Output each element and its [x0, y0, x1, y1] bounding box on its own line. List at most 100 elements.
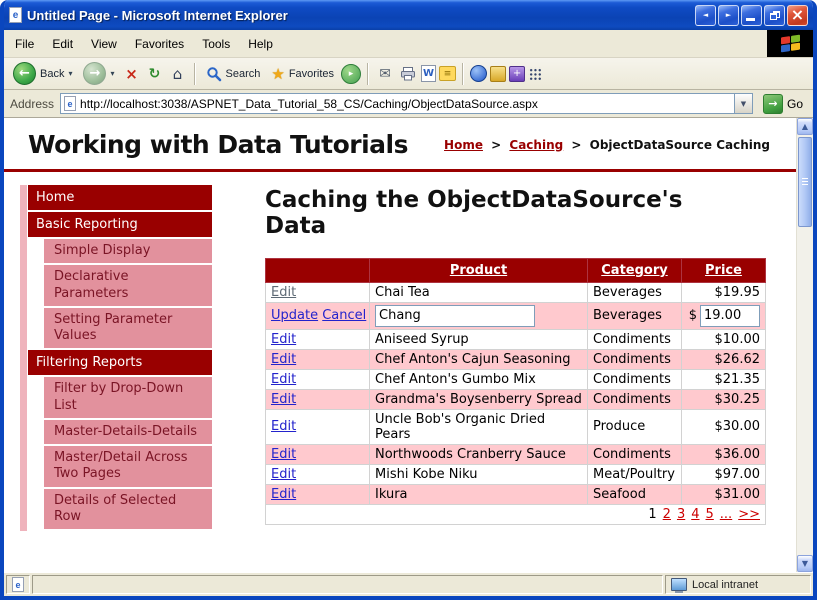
- grid-cell-product: Aniseed Syrup: [370, 329, 588, 349]
- sidebar-item-declarative-parameters[interactable]: Declarative Parameters: [44, 265, 212, 306]
- form-fill-button[interactable]: +: [509, 66, 525, 82]
- address-input[interactable]: e http://localhost:3038/ASPNET_Data_Tuto…: [60, 93, 753, 114]
- content-row: HomeBasic ReportingSimple DisplayDeclara…: [4, 172, 796, 531]
- back-button[interactable]: ← Back ▾: [9, 60, 76, 87]
- home-button[interactable]: ⌂: [168, 64, 188, 84]
- edit-with-word-button[interactable]: W: [421, 65, 436, 82]
- grid-cell-product: Chai Tea: [370, 282, 588, 302]
- sidebar-item-master-detail-across-two-pages[interactable]: Master/Detail Across Two Pages: [44, 446, 212, 487]
- restore-button[interactable]: [764, 5, 785, 26]
- media-button[interactable]: ▸: [341, 64, 361, 84]
- window-extra-left-button[interactable]: ◄: [695, 5, 716, 26]
- grid-header-link-category[interactable]: Category: [601, 263, 667, 278]
- edit-link[interactable]: Edit: [271, 392, 296, 407]
- menu-edit[interactable]: Edit: [43, 33, 82, 55]
- title-bar[interactable]: e Untitled Page - Microsoft Internet Exp…: [4, 0, 813, 30]
- sidebar-item-filter-by-drop-down-list[interactable]: Filter by Drop-Down List: [44, 377, 212, 418]
- page-header: Working with Data Tutorials Home > Cachi…: [4, 130, 796, 159]
- pager-link-page-2[interactable]: 2: [663, 507, 671, 522]
- site-title: Working with Data Tutorials: [28, 130, 408, 159]
- grid-cell-category: Condiments: [588, 349, 682, 369]
- go-arrow-icon: →: [763, 94, 783, 114]
- edit-link[interactable]: Edit: [271, 419, 296, 434]
- edit-link[interactable]: Edit: [271, 352, 296, 367]
- scroll-up-button[interactable]: ▲: [797, 118, 813, 135]
- page-content: Working with Data Tutorials Home > Cachi…: [4, 118, 796, 572]
- grid-cell-category: Condiments: [588, 369, 682, 389]
- sidebar-item-home[interactable]: Home: [28, 185, 212, 210]
- grid-row-3: EditAniseed SyrupCondiments$10.00: [266, 329, 766, 349]
- menu-favorites[interactable]: Favorites: [126, 33, 193, 55]
- status-message-panel: [32, 575, 663, 594]
- sidebar-item-setting-parameter-values[interactable]: Setting Parameter Values: [44, 308, 212, 349]
- discuss-button[interactable]: ≡: [439, 66, 456, 81]
- sidebar-item-details-of-selected-row[interactable]: Details of Selected Row: [44, 489, 212, 530]
- pager-link-ellipsis[interactable]: ...: [720, 507, 732, 522]
- edit-link[interactable]: Edit: [271, 467, 296, 482]
- menu-view[interactable]: View: [82, 33, 126, 55]
- grid-cell-action: Edit: [266, 349, 370, 369]
- cancel-link[interactable]: Cancel: [322, 308, 366, 323]
- forward-button[interactable]: → ▾: [79, 60, 118, 87]
- grid-header-category: Category: [588, 258, 682, 282]
- toolbar-separator: [367, 63, 369, 85]
- search-button[interactable]: Search: [202, 64, 265, 84]
- sidebar-item-filtering-reports[interactable]: Filtering Reports: [28, 350, 212, 375]
- menu-file[interactable]: File: [6, 33, 43, 55]
- back-label: Back: [40, 68, 64, 80]
- pager-link-page-4[interactable]: 4: [691, 507, 699, 522]
- window-extra-right-button[interactable]: ►: [718, 5, 739, 26]
- forward-history-chevron-icon[interactable]: ▾: [110, 69, 114, 78]
- status-zone-label: Local intranet: [692, 579, 758, 591]
- grid-cell-action: Edit: [266, 444, 370, 464]
- grid-cell-action: Edit: [266, 464, 370, 484]
- grid-header-product: Product: [370, 258, 588, 282]
- breadcrumb-link-home[interactable]: Home: [444, 138, 483, 152]
- pager-link-page-3[interactable]: 3: [677, 507, 685, 522]
- price-editor-input[interactable]: [700, 305, 760, 327]
- research-button[interactable]: [490, 66, 506, 82]
- edit-link[interactable]: Edit: [271, 285, 296, 300]
- close-button[interactable]: ×: [787, 5, 808, 26]
- status-zone-panel: Local intranet: [665, 575, 811, 594]
- pager-link-next[interactable]: >>: [738, 507, 760, 522]
- search-label: Search: [226, 68, 261, 80]
- grid-cell-price: $31.00: [682, 484, 766, 504]
- breadcrumb-link-caching[interactable]: Caching: [509, 138, 563, 152]
- grid-header-link-product[interactable]: Product: [450, 263, 507, 278]
- stop-button[interactable]: ×: [122, 64, 142, 84]
- print-button[interactable]: [398, 64, 418, 84]
- scrollbar-thumb[interactable]: [798, 137, 812, 227]
- product-editor-input[interactable]: [375, 305, 535, 327]
- address-dropdown-button[interactable]: ▼: [734, 94, 752, 113]
- back-history-chevron-icon[interactable]: ▾: [68, 69, 72, 78]
- sidebar-item-simple-display[interactable]: Simple Display: [44, 239, 212, 263]
- sidebar-item-basic-reporting[interactable]: Basic Reporting: [28, 212, 212, 237]
- sidebar-item-master-details-details[interactable]: Master-Details-Details: [44, 420, 212, 444]
- refresh-button[interactable]: ↻: [145, 64, 165, 84]
- grid-header-link-price[interactable]: Price: [705, 263, 742, 278]
- update-link[interactable]: Update: [271, 308, 318, 323]
- vertical-scrollbar[interactable]: ▲ ▼: [796, 118, 813, 572]
- mail-button[interactable]: ✉: [375, 64, 395, 84]
- pager-link-page-5[interactable]: 5: [706, 507, 714, 522]
- menu-help[interactable]: Help: [239, 33, 282, 55]
- breadcrumb: Home > Caching > ObjectDataSource Cachin…: [444, 138, 770, 152]
- go-button[interactable]: → Go: [759, 94, 807, 114]
- minimize-button[interactable]: [741, 5, 762, 26]
- tiles-button[interactable]: [528, 67, 541, 80]
- back-icon: ←: [13, 62, 36, 85]
- edit-link[interactable]: Edit: [271, 332, 296, 347]
- favorites-button[interactable]: ★ Favorites: [267, 63, 338, 85]
- grid-row-7: EditUncle Bob's Organic Dried PearsProdu…: [266, 409, 766, 444]
- edit-link[interactable]: Edit: [271, 447, 296, 462]
- edit-link[interactable]: Edit: [271, 487, 296, 502]
- sidebar-rail: [20, 185, 27, 531]
- scrollbar-track[interactable]: [797, 135, 813, 555]
- edit-link[interactable]: Edit: [271, 372, 296, 387]
- scroll-down-button[interactable]: ▼: [797, 555, 813, 572]
- address-label: Address: [10, 97, 54, 111]
- menu-tools[interactable]: Tools: [193, 33, 239, 55]
- toolbar-separator: [462, 63, 464, 85]
- messenger-button[interactable]: [470, 65, 487, 82]
